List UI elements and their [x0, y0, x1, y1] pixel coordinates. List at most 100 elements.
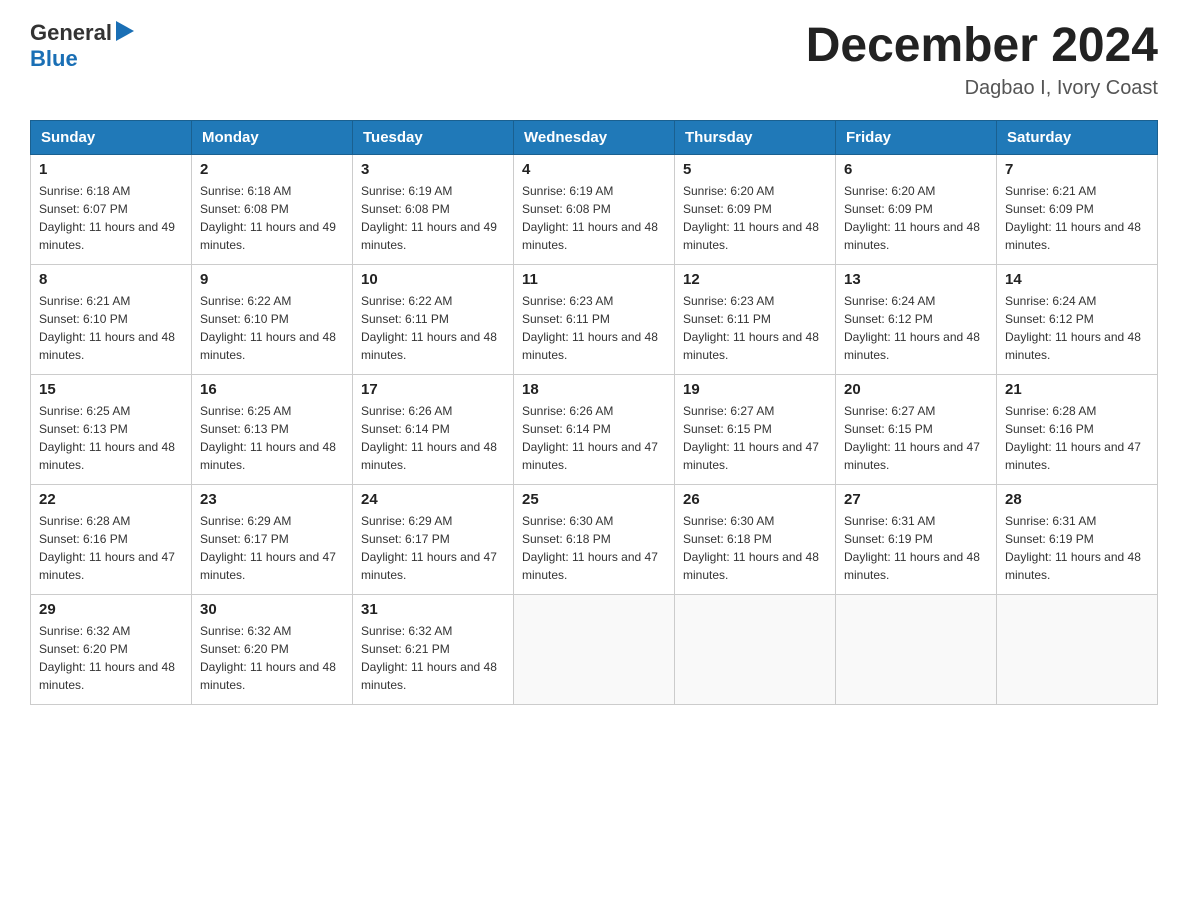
daylight-text: Daylight: 11 hours and 49 minutes.: [361, 218, 505, 254]
calendar-cell: [836, 594, 997, 704]
daylight-text: Daylight: 11 hours and 48 minutes.: [200, 438, 344, 474]
sunset-text: Sunset: 6:14 PM: [522, 420, 666, 438]
sunset-text: Sunset: 6:19 PM: [1005, 530, 1149, 548]
sunset-text: Sunset: 6:10 PM: [200, 310, 344, 328]
calendar-cell: 19Sunrise: 6:27 AMSunset: 6:15 PMDayligh…: [675, 374, 836, 484]
header-row: SundayMondayTuesdayWednesdayThursdayFrid…: [31, 120, 1158, 154]
calendar-cell: 1Sunrise: 6:18 AMSunset: 6:07 PMDaylight…: [31, 154, 192, 264]
sunrise-text: Sunrise: 6:30 AM: [683, 512, 827, 530]
header-cell-sunday: Sunday: [31, 120, 192, 154]
calendar-cell: 8Sunrise: 6:21 AMSunset: 6:10 PMDaylight…: [31, 264, 192, 374]
sunrise-text: Sunrise: 6:24 AM: [844, 292, 988, 310]
day-info: Sunrise: 6:27 AMSunset: 6:15 PMDaylight:…: [844, 402, 988, 474]
day-number: 23: [200, 491, 344, 508]
sunrise-text: Sunrise: 6:20 AM: [683, 182, 827, 200]
sunset-text: Sunset: 6:08 PM: [522, 200, 666, 218]
day-info: Sunrise: 6:21 AMSunset: 6:10 PMDaylight:…: [39, 292, 183, 364]
day-info: Sunrise: 6:26 AMSunset: 6:14 PMDaylight:…: [361, 402, 505, 474]
sunrise-text: Sunrise: 6:27 AM: [844, 402, 988, 420]
header-cell-wednesday: Wednesday: [514, 120, 675, 154]
sunrise-text: Sunrise: 6:21 AM: [39, 292, 183, 310]
sunset-text: Sunset: 6:09 PM: [683, 200, 827, 218]
daylight-text: Daylight: 11 hours and 48 minutes.: [844, 218, 988, 254]
calendar-cell: 26 Sunrise: 6:30 AMSunset: 6:18 PMDayligh…: [675, 484, 836, 594]
sunrise-text: Sunrise: 6:20 AM: [844, 182, 988, 200]
header-cell-friday: Friday: [836, 120, 997, 154]
day-info: Sunrise: 6:20 AMSunset: 6:09 PMDaylight:…: [683, 182, 827, 254]
day-info: Sunrise: 6:20 AMSunset: 6:09 PMDaylight:…: [844, 182, 988, 254]
sunrise-text: Sunrise: 6:26 AM: [361, 402, 505, 420]
day-info: Sunrise: 6:32 AMSunset: 6:20 PMDaylight:…: [39, 622, 183, 694]
day-number: 21: [1005, 381, 1149, 398]
calendar-cell: 22Sunrise: 6:28 AMSunset: 6:16 PMDayligh…: [31, 484, 192, 594]
sunset-text: Sunset: 6:18 PM: [522, 530, 666, 548]
day-number: 26: [683, 491, 827, 508]
day-number: 9: [200, 271, 344, 288]
day-info: Sunrise: 6:32 AMSunset: 6:20 PMDaylight:…: [200, 622, 344, 694]
calendar-cell: 30Sunrise: 6:32 AMSunset: 6:20 PMDayligh…: [192, 594, 353, 704]
sunset-text: Sunset: 6:17 PM: [200, 530, 344, 548]
day-info: Sunrise: 6:30 AMSunset: 6:18 PMDaylight:…: [683, 512, 827, 584]
sunset-text: Sunset: 6:12 PM: [1005, 310, 1149, 328]
calendar-cell: 24Sunrise: 6:29 AMSunset: 6:17 PMDayligh…: [353, 484, 514, 594]
day-info: Sunrise: 6:18 AMSunset: 6:08 PMDaylight:…: [200, 182, 344, 254]
title-block: December 2024 Dagbao I, Ivory Coast: [806, 20, 1158, 100]
daylight-text: Daylight: 11 hours and 48 minutes.: [39, 658, 183, 694]
logo-general-text: General: [30, 20, 112, 46]
daylight-text: Daylight: 11 hours and 47 minutes.: [361, 548, 505, 584]
sunrise-text: Sunrise: 6:30 AM: [522, 512, 666, 530]
logo: General Blue: [30, 20, 134, 72]
daylight-text: Daylight: 11 hours and 48 minutes.: [522, 328, 666, 364]
sunset-text: Sunset: 6:09 PM: [844, 200, 988, 218]
sunrise-text: Sunrise: 6:19 AM: [522, 182, 666, 200]
sunrise-text: Sunrise: 6:22 AM: [200, 292, 344, 310]
daylight-text: Daylight: 11 hours and 47 minutes.: [522, 548, 666, 584]
sunrise-text: Sunrise: 6:25 AM: [200, 402, 344, 420]
day-number: 15: [39, 381, 183, 398]
calendar-cell: [675, 594, 836, 704]
calendar-cell: 12Sunrise: 6:23 AMSunset: 6:11 PMDayligh…: [675, 264, 836, 374]
sunset-text: Sunset: 6:07 PM: [39, 200, 183, 218]
sunrise-text: Sunrise: 6:32 AM: [200, 622, 344, 640]
day-number: 20: [844, 381, 988, 398]
sunset-text: Sunset: 6:20 PM: [39, 640, 183, 658]
daylight-text: Daylight: 11 hours and 48 minutes.: [683, 328, 827, 364]
daylight-text: Daylight: 11 hours and 48 minutes.: [200, 658, 344, 694]
sunset-text: Sunset: 6:14 PM: [361, 420, 505, 438]
sunset-text: Sunset: 6:15 PM: [683, 420, 827, 438]
sunrise-text: Sunrise: 6:31 AM: [844, 512, 988, 530]
daylight-text: Daylight: 11 hours and 47 minutes.: [200, 548, 344, 584]
day-info: Sunrise: 6:27 AMSunset: 6:15 PMDaylight:…: [683, 402, 827, 474]
week-row-4: 22Sunrise: 6:28 AMSunset: 6:16 PMDayligh…: [31, 484, 1158, 594]
day-number: 24: [361, 491, 505, 508]
sunset-text: Sunset: 6:11 PM: [683, 310, 827, 328]
sunset-text: Sunset: 6:21 PM: [361, 640, 505, 658]
day-info: Sunrise: 6:26 AMSunset: 6:14 PMDaylight:…: [522, 402, 666, 474]
day-number: 6: [844, 161, 988, 178]
sunset-text: Sunset: 6:16 PM: [39, 530, 183, 548]
day-info: Sunrise: 6:18 AMSunset: 6:07 PMDaylight:…: [39, 182, 183, 254]
day-info: Sunrise: 6:29 AMSunset: 6:17 PMDaylight:…: [200, 512, 344, 584]
day-info: Sunrise: 6:28 AMSunset: 6:16 PMDaylight:…: [1005, 402, 1149, 474]
calendar-cell: 28Sunrise: 6:31 AMSunset: 6:19 PMDayligh…: [997, 484, 1158, 594]
sunrise-text: Sunrise: 6:23 AM: [522, 292, 666, 310]
calendar-cell: 3Sunrise: 6:19 AMSunset: 6:08 PMDaylight…: [353, 154, 514, 264]
daylight-text: Daylight: 11 hours and 48 minutes.: [522, 218, 666, 254]
calendar-cell: 14Sunrise: 6:24 AMSunset: 6:12 PMDayligh…: [997, 264, 1158, 374]
day-number: 16: [200, 381, 344, 398]
daylight-text: Daylight: 11 hours and 48 minutes.: [361, 438, 505, 474]
calendar-cell: 27Sunrise: 6:31 AMSunset: 6:19 PMDayligh…: [836, 484, 997, 594]
header-cell-monday: Monday: [192, 120, 353, 154]
day-info: Sunrise: 6:31 AMSunset: 6:19 PMDaylight:…: [1005, 512, 1149, 584]
sunset-text: Sunset: 6:13 PM: [200, 420, 344, 438]
day-number: 3: [361, 161, 505, 178]
daylight-text: Daylight: 11 hours and 49 minutes.: [39, 218, 183, 254]
day-info: Sunrise: 6:28 AMSunset: 6:16 PMDaylight:…: [39, 512, 183, 584]
calendar-cell: 6 Sunrise: 6:20 AMSunset: 6:09 PMDaylight…: [836, 154, 997, 264]
calendar-cell: 9Sunrise: 6:22 AMSunset: 6:10 PMDaylight…: [192, 264, 353, 374]
day-number: 17: [361, 381, 505, 398]
month-year-title: December 2024: [806, 20, 1158, 73]
day-number: 27: [844, 491, 988, 508]
calendar-header: SundayMondayTuesdayWednesdayThursdayFrid…: [31, 120, 1158, 154]
day-number: 4: [522, 161, 666, 178]
